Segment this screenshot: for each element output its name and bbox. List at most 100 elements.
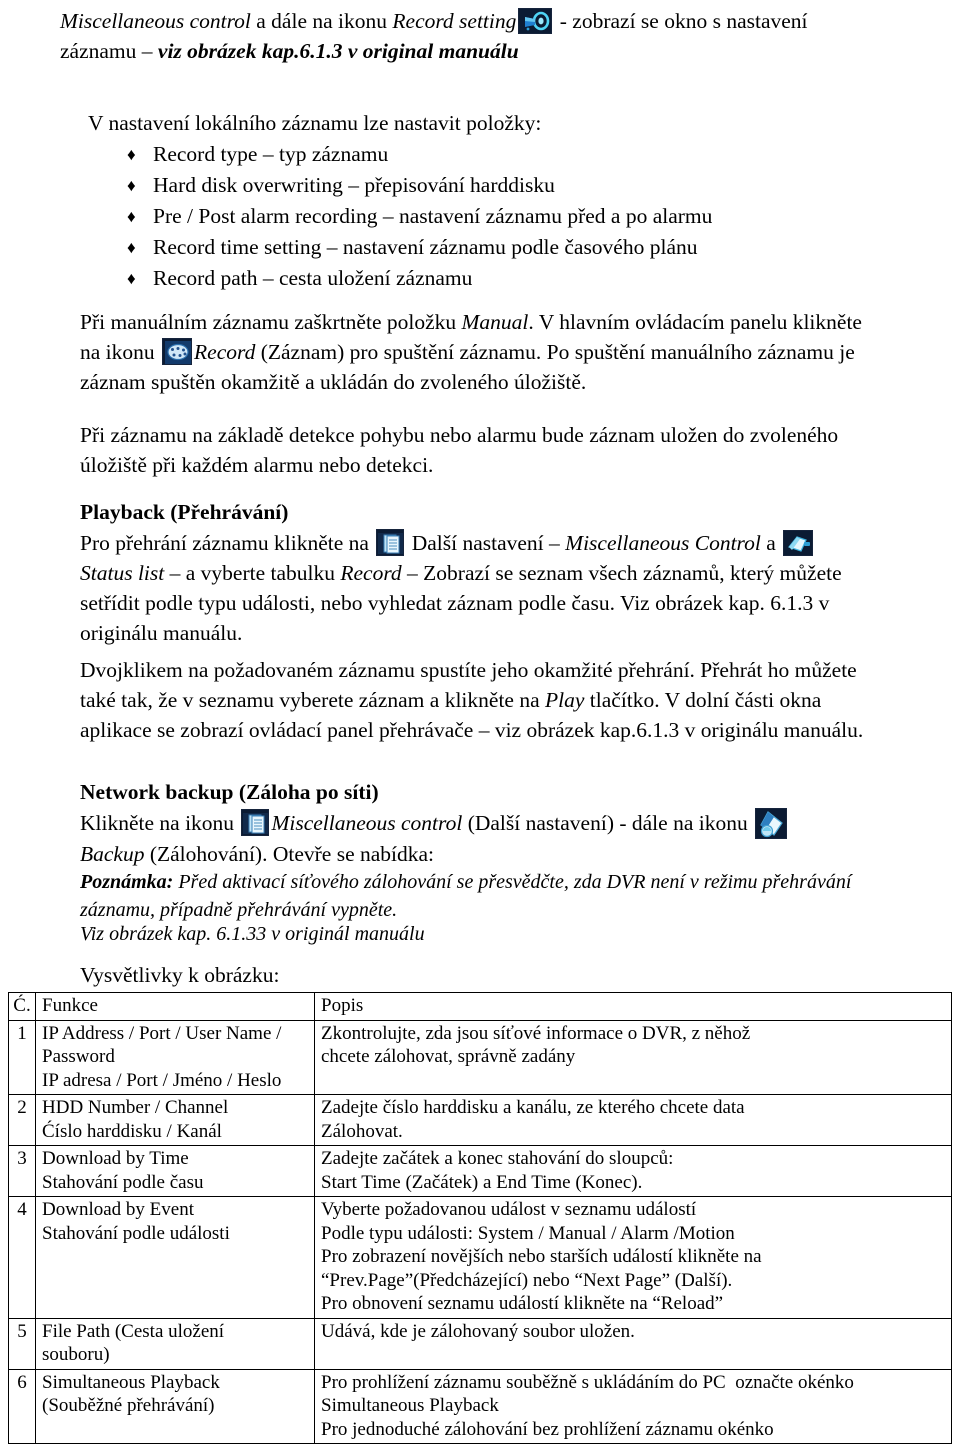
record-table-term: Record xyxy=(340,561,402,585)
backup-term: Backup xyxy=(80,842,145,866)
list-item: ♦ Hard disk overwriting – přepisování har… xyxy=(127,170,938,201)
settings-list-block: V nastavení lokálního záznamu lze nastav… xyxy=(88,108,938,294)
diamond-bullet-icon: ♦ xyxy=(127,238,136,257)
intro-reference: viz obrázek kap.6.1.3 v original manuálu xyxy=(157,39,519,63)
row-description: Vyberte požadovanou událost v seznamu ud… xyxy=(314,1196,952,1319)
note-text-line-1: Před aktivací síťového zálohování se pře… xyxy=(173,871,852,893)
row-function-line: Stahování podle času xyxy=(42,1171,204,1193)
row-function-line: souboru) xyxy=(42,1344,110,1365)
netbackup-misc-term: Miscellaneous control xyxy=(271,811,463,835)
netbackup-text-b: (Další nastavení) - dále na ikonu xyxy=(462,811,754,835)
row-description: Zkontrolujte, zda jsou síťové informace … xyxy=(314,1019,952,1095)
column-header-function: Funkce xyxy=(35,992,315,1021)
row-description: Zadejte číslo harddisku a kanálu, ze kte… xyxy=(314,1094,952,1146)
playback-heading: Playback (Přehrávání) xyxy=(80,500,289,524)
record-setting-icon xyxy=(518,8,553,34)
network-backup-note: Poznámka: Před aktivací síťového zálohov… xyxy=(80,868,950,924)
row-description-line: Pro jednoduché zálohování bez prohlížení… xyxy=(321,1418,774,1440)
manual-text-b: . V hlavním ovládacím panelu klikněte xyxy=(528,310,862,334)
document-page: Miscellaneous control a dále na ikonu Re… xyxy=(0,0,960,1444)
row-description-line: chcete zálohovat, správně zadány xyxy=(321,1046,576,1067)
manual-record-line-3: záznam spuštěn okamžitě a ukládán do zvo… xyxy=(80,370,587,394)
playback-paragraph-2: Dvojklikem na požadovaném záznamu spustí… xyxy=(80,655,945,745)
row-function-line: IP adresa / Port / Jméno / Heslo xyxy=(42,1069,282,1091)
playback-line-2: Status list – a vyberte tabulku Record –… xyxy=(80,558,945,588)
diamond-bullet-icon: ♦ xyxy=(127,145,136,164)
network-backup-reference: Viz obrázek kap. 6.1.33 v originál manuá… xyxy=(80,923,425,945)
row-number: 5 xyxy=(8,1317,36,1370)
intro-misc-control-term: Miscellaneous control xyxy=(60,9,251,33)
playback2-line-3: aplikace se zobrazí ovládací panel přehr… xyxy=(80,718,864,742)
legend-caption: Vysvětlivky k obrázku: xyxy=(80,963,280,987)
network-backup-line-2: Backup (Zálohování). Otevře se nabídka: xyxy=(80,839,950,869)
row-function-line: File Path (Cesta uložení xyxy=(42,1320,225,1342)
row-function-line: Download by Event xyxy=(42,1199,194,1220)
column-header-number: Ć. xyxy=(8,992,36,1021)
list-item-label: Record type – typ záznamu xyxy=(153,142,389,166)
row-function-line: (Souběžné přehrávání) xyxy=(42,1395,215,1416)
motion-record-line-2: úložiště při každém alarmu nebo detekci. xyxy=(80,453,434,477)
playback-misc-term: Miscellaneous Control xyxy=(565,531,761,555)
row-description-line: Pro obnovení seznamu událostí klikněte n… xyxy=(321,1293,724,1314)
miscellaneous-control-icon xyxy=(241,809,270,836)
intro-line-2: záznamu – viz obrázek kap.6.1.3 v origin… xyxy=(60,36,940,66)
row-description-line: Udává, kde je zálohovaný soubor uložen. xyxy=(321,1320,635,1342)
row-description-line: Simultaneous Playback xyxy=(321,1395,499,1416)
playback2-text-b: tlačítko. V dolní části okna xyxy=(584,688,822,712)
record-term: Record xyxy=(194,340,256,364)
intro-record-setting-term: Record setting xyxy=(392,9,517,33)
row-function-line: HDD Number / Channel xyxy=(42,1097,229,1118)
intro-line-1: Miscellaneous control a dále na ikonu Re… xyxy=(60,6,940,36)
note-label: Poznámka: xyxy=(80,871,174,893)
row-description-line: Zkontrolujte, zda jsou síťové informace … xyxy=(321,1022,751,1044)
row-description-line: Start Time (Začátek) a End Time (Konec). xyxy=(321,1171,643,1193)
record-icon xyxy=(162,338,193,365)
manual-text-c: na ikonu xyxy=(80,340,161,364)
table-row: 4 Download by Event Stahování podle udál… xyxy=(8,1196,952,1319)
motion-record-paragraph: Při záznamu na základě detekce pohybu ne… xyxy=(80,420,940,480)
miscellaneous-control-icon xyxy=(376,529,405,556)
row-function-line: Download by Time xyxy=(42,1148,189,1169)
row-description-line: Pro zobrazení novějších nebo starších ud… xyxy=(321,1246,762,1267)
playback-paragraph: Pro přehrání záznamu klikněte na Další n… xyxy=(80,528,945,648)
row-function-line: Password xyxy=(42,1046,115,1067)
netbackup-text-c: (Zálohování). Otevře se nabídka: xyxy=(144,842,435,866)
list-item: ♦ Record time setting – nastavení záznamu… xyxy=(127,232,938,263)
manual-record-paragraph: Při manuálním záznamu zaškrtněte položku… xyxy=(80,307,940,397)
play-button-term: Play xyxy=(545,688,585,712)
network-backup-line-1: Klikněte na ikonu Miscellaneous control … xyxy=(80,808,950,839)
playback-line-1: Pro přehrání záznamu klikněte na Další n… xyxy=(80,528,945,558)
intro-text-b: - zobrazí se okno s nastavení xyxy=(554,9,808,33)
list-item: ♦ Record type – typ záznamu xyxy=(127,139,938,170)
row-function: HDD Number / Channel Ćíslo harddisku / K… xyxy=(35,1094,315,1146)
table-header-row: Ć. Funkce Popis xyxy=(8,992,952,1021)
list-item-label: Pre / Post alarm recording – nastavení z… xyxy=(153,204,713,228)
row-number: 6 xyxy=(8,1368,36,1444)
table-row: 1 IP Address / Port / User Name / Passwo… xyxy=(8,1019,952,1095)
settings-list-intro: V nastavení lokálního záznamu lze nastav… xyxy=(88,111,542,135)
playback-text-e: – Zobrazí se seznam všech záznamů, který… xyxy=(401,561,842,585)
row-function: Simultaneous Playback (Souběžné přehrává… xyxy=(35,1368,315,1444)
row-description-line: Zadejte číslo harddisku a kanálu, ze kte… xyxy=(321,1097,745,1118)
playback-text-a: Pro přehrání záznamu klikněte na xyxy=(80,531,375,555)
column-header-description: Popis xyxy=(314,992,952,1021)
row-function: Download by Event Stahování podle událos… xyxy=(35,1196,315,1319)
playback2-line-2: také tak, že v seznamu vyberete záznam a… xyxy=(80,685,945,715)
playback-text-d: – a vyberte tabulku xyxy=(164,561,341,585)
playback-text-b: Další nastavení – xyxy=(406,531,566,555)
intro-text-c: záznamu – xyxy=(60,39,158,63)
playback-text-c: a xyxy=(760,531,782,555)
network-backup-heading: Network backup (Záloha po síti) xyxy=(80,780,379,804)
row-function: IP Address / Port / User Name / Password… xyxy=(35,1019,315,1095)
row-function: File Path (Cesta uložení souboru) xyxy=(35,1317,315,1370)
manual-term: Manual xyxy=(461,310,529,334)
backup-icon xyxy=(755,808,788,839)
playback-line-4: originálu manuálu. xyxy=(80,621,243,645)
row-function-line: IP Address / Port / User Name / xyxy=(42,1022,282,1044)
diamond-bullet-icon: ♦ xyxy=(127,207,136,226)
diamond-bullet-icon: ♦ xyxy=(127,269,136,288)
row-number: 3 xyxy=(8,1145,36,1197)
list-item-label: Record time setting – nastavení záznamu … xyxy=(153,235,698,259)
row-function-line: Stahování podle události xyxy=(42,1222,230,1244)
manual-record-line-1: Při manuálním záznamu zaškrtněte položku… xyxy=(80,307,940,337)
